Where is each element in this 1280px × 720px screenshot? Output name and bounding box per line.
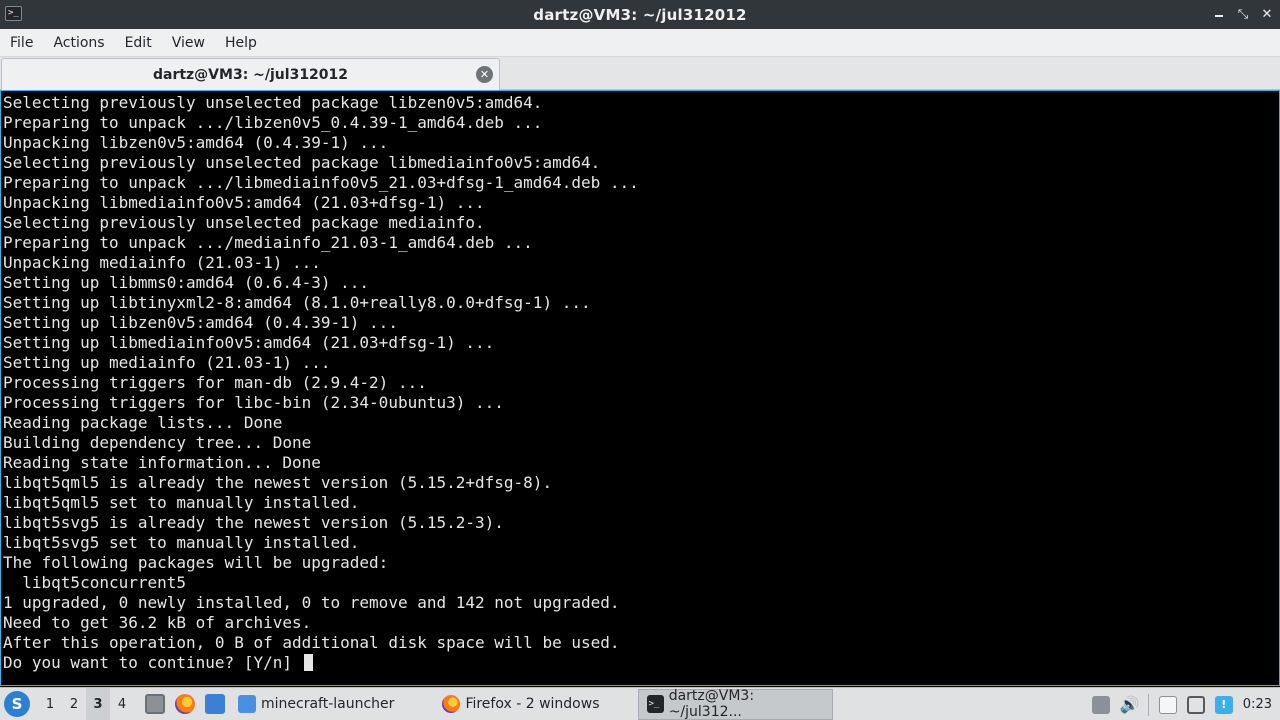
terminal-text: Selecting previously unselected package … [1, 91, 1279, 673]
firefox-launcher-icon[interactable] [175, 694, 195, 714]
workspace-3[interactable]: 3 [86, 687, 110, 720]
workspace-2[interactable]: 2 [62, 688, 86, 720]
file-manager-launcher-icon[interactable] [145, 694, 165, 714]
network-icon[interactable] [1186, 695, 1205, 714]
taskbar: S 1 2 3 4 minecraft-launcher Firefox - 2… [0, 687, 1280, 720]
menu-bar: File Actions Edit View Help [0, 29, 1280, 57]
tab-bar: dartz@VM3: ~/jul312012 ✕ [0, 57, 1280, 90]
tab-close-icon[interactable]: ✕ [476, 66, 493, 83]
terminal-tab[interactable]: dartz@VM3: ~/jul312012 ✕ [1, 58, 500, 90]
minimize-button[interactable] [1212, 8, 1226, 22]
menu-view[interactable]: View [162, 29, 215, 57]
window-controls: ⤡ ✕ [1212, 0, 1274, 29]
restore-button[interactable]: ⤡ [1236, 7, 1250, 22]
show-desktop-icon[interactable] [205, 694, 225, 714]
notification-icon[interactable]: ! [1214, 695, 1233, 714]
task-terminal[interactable]: >_ dartz@VM3: ~/jul312... [637, 688, 833, 720]
window-title: dartz@VM3: ~/jul312012 [533, 5, 747, 24]
clock[interactable]: 0:23 [1243, 697, 1272, 712]
task-minecraft-launcher[interactable]: minecraft-launcher [230, 689, 402, 720]
tab-label: dartz@VM3: ~/jul312012 [152, 66, 349, 83]
terminal-lines: Selecting previously unselected package … [3, 93, 639, 672]
volume-icon[interactable]: 🔊 [1120, 695, 1140, 714]
terminal-cursor [303, 654, 313, 671]
start-menu-icon[interactable]: S [4, 691, 30, 717]
terminal-app-icon[interactable]: >_ [5, 6, 22, 21]
menu-edit[interactable]: Edit [115, 29, 162, 57]
task-firefox[interactable]: Firefox - 2 windows [434, 689, 607, 720]
menu-actions[interactable]: Actions [43, 29, 114, 57]
task-label: dartz@VM3: ~/jul312... [668, 688, 755, 720]
task-label: Firefox - 2 windows [465, 696, 600, 712]
updates-icon[interactable] [1091, 695, 1110, 714]
terminal-output[interactable]: Selecting previously unselected package … [0, 90, 1280, 686]
workspace-1[interactable]: 1 [38, 688, 62, 720]
folder-icon [238, 695, 256, 713]
firefox-icon [442, 695, 461, 713]
menu-help[interactable]: Help [215, 29, 267, 57]
tray-separator [1147, 693, 1149, 716]
menu-file[interactable]: File [0, 29, 43, 57]
workspace-4[interactable]: 4 [110, 688, 134, 720]
window-titlebar: >_ dartz@VM3: ~/jul312012 ⤡ ✕ [0, 0, 1280, 29]
close-button[interactable]: ✕ [1260, 7, 1274, 22]
task-label: minecraft-launcher [261, 696, 395, 712]
clipboard-icon[interactable] [1158, 695, 1177, 714]
system-tray: 🔊 ! 0:23 [1091, 688, 1280, 720]
terminal-icon: >_ [646, 695, 664, 713]
